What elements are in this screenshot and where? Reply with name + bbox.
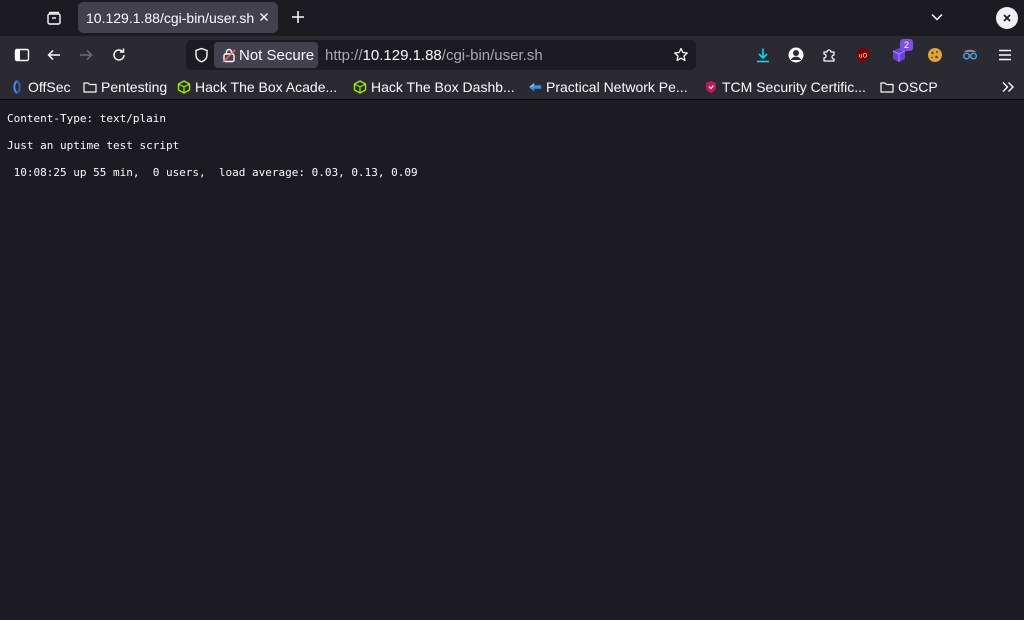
tab-active[interactable]: 10.129.1.88/cgi-bin/user.sh: [78, 2, 278, 33]
chevron-double-right-icon[interactable]: [998, 78, 1018, 96]
account-icon[interactable]: [785, 44, 807, 66]
download-icon[interactable]: [752, 44, 774, 66]
bookmark-htb-academy[interactable]: Hack The Box Acade...: [177, 78, 337, 96]
url-text[interactable]: http://10.129.1.88/cgi-bin/user.sh: [325, 47, 543, 64]
content-type-line: Content-Type: text/plain: [7, 112, 166, 125]
tab-title: 10.129.1.88/cgi-bin/user.sh: [86, 10, 255, 26]
bookmark-oscp-folder[interactable]: OSCP: [880, 78, 938, 96]
extension-badge: 2: [900, 39, 913, 51]
new-tab-plus-icon[interactable]: [286, 5, 310, 29]
chevron-down-icon[interactable]: [926, 6, 948, 28]
spy-glasses-icon[interactable]: [959, 44, 981, 66]
not-secure-indicator[interactable]: Not Secure: [214, 42, 318, 68]
tcm-icon: [528, 80, 542, 94]
tab-strip: 10.129.1.88/cgi-bin/user.sh: [0, 0, 1024, 36]
htb-cube-icon: [177, 80, 191, 94]
bookmark-practical-network[interactable]: Practical Network Pe...: [528, 78, 688, 96]
ublock-origin-icon[interactable]: uO: [852, 44, 874, 66]
reload-icon[interactable]: [105, 41, 133, 69]
url-bar[interactable]: Not Secure http://10.129.1.88/cgi-bin/us…: [186, 40, 696, 70]
insecure-lock-icon: [222, 48, 236, 63]
offsec-icon: [10, 80, 24, 94]
window-close-icon[interactable]: [996, 7, 1018, 29]
tab-close-icon[interactable]: [256, 9, 272, 25]
not-secure-label: Not Secure: [239, 47, 315, 64]
bookmark-offsec[interactable]: OffSec: [10, 78, 71, 96]
uptime-output-line: 10:08:25 up 55 min, 0 users, load averag…: [7, 166, 418, 179]
bookmark-tcm-security[interactable]: TCM Security Certific...: [704, 78, 866, 96]
svg-text:uO: uO: [859, 53, 868, 60]
bookmarks-toolbar: OffSec Pentesting Hack The Box Acade... …: [0, 74, 1024, 100]
firefox-view-icon[interactable]: [40, 4, 68, 32]
purple-extension-icon[interactable]: 2: [888, 39, 913, 66]
folder-icon: [83, 80, 97, 94]
bookmark-htb-dashboard[interactable]: Hack The Box Dashb...: [353, 78, 515, 96]
cookie-extension-icon[interactable]: [924, 44, 946, 66]
script-description-line: Just an uptime test script: [7, 139, 180, 152]
tcm-shield-icon: [704, 80, 718, 94]
hamburger-menu-icon[interactable]: [994, 44, 1016, 66]
forward-arrow-icon[interactable]: [72, 41, 100, 69]
folder-icon: [880, 80, 894, 94]
sidebar-toggle-icon[interactable]: [8, 41, 36, 69]
extensions-puzzle-icon[interactable]: [818, 44, 840, 66]
back-arrow-icon[interactable]: [40, 41, 68, 69]
bookmark-pentesting-folder[interactable]: Pentesting: [83, 78, 167, 96]
htb-cube-icon: [353, 80, 367, 94]
tracking-shield-icon[interactable]: [192, 46, 210, 64]
navigation-toolbar: Not Secure http://10.129.1.88/cgi-bin/us…: [0, 36, 1024, 74]
bookmark-star-icon[interactable]: [672, 46, 690, 64]
page-content: Content-Type: text/plain Just an uptime …: [0, 101, 1024, 620]
